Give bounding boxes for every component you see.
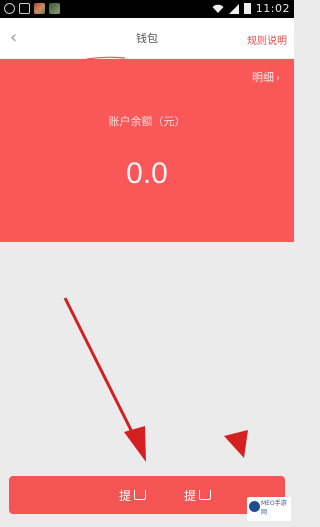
signal-icon xyxy=(228,3,239,14)
detail-label: 明细 xyxy=(252,71,274,84)
watermark: MEO手游网 xyxy=(247,497,291,521)
tray-icon xyxy=(199,490,212,500)
withdraw-button-right-label: 提 xyxy=(184,488,197,503)
wifi-icon xyxy=(212,4,224,13)
app-thumbnail-icon xyxy=(49,3,60,14)
annotation-arrow-left xyxy=(63,297,146,462)
rotate-icon xyxy=(4,3,15,14)
annotation-arrow-right xyxy=(224,430,248,458)
balance-card: 明细 › 账户余额（元） 0.0 xyxy=(0,59,294,242)
watermark-text: MEO手游网 xyxy=(261,500,287,516)
top-nav: ‹ 钱包 规则说明 xyxy=(0,18,294,60)
rules-link[interactable]: 规则说明 xyxy=(247,32,287,47)
watermark-logo-icon xyxy=(249,501,260,512)
withdraw-button-right[interactable]: 提 xyxy=(184,486,212,504)
battery-icon xyxy=(243,3,251,14)
tray-icon xyxy=(134,490,147,500)
balance-label: 账户余额（元） xyxy=(108,115,186,128)
app-thumbnail-icon xyxy=(34,3,45,14)
status-left-icons xyxy=(4,3,60,14)
bottom-action-bar: 提 提 xyxy=(9,476,285,514)
chevron-right-icon: › xyxy=(276,73,280,84)
withdraw-button-left-label: 提 xyxy=(119,488,132,503)
camera-icon xyxy=(19,3,30,14)
detail-link[interactable]: 明细 › xyxy=(252,69,280,85)
status-right-icons: 11:02 xyxy=(212,2,290,15)
status-bar: 11:02 xyxy=(0,0,294,18)
balance-amount: 0.0 xyxy=(126,157,168,190)
withdraw-button-left[interactable]: 提 xyxy=(119,486,147,504)
clock: 11:02 xyxy=(255,2,290,15)
